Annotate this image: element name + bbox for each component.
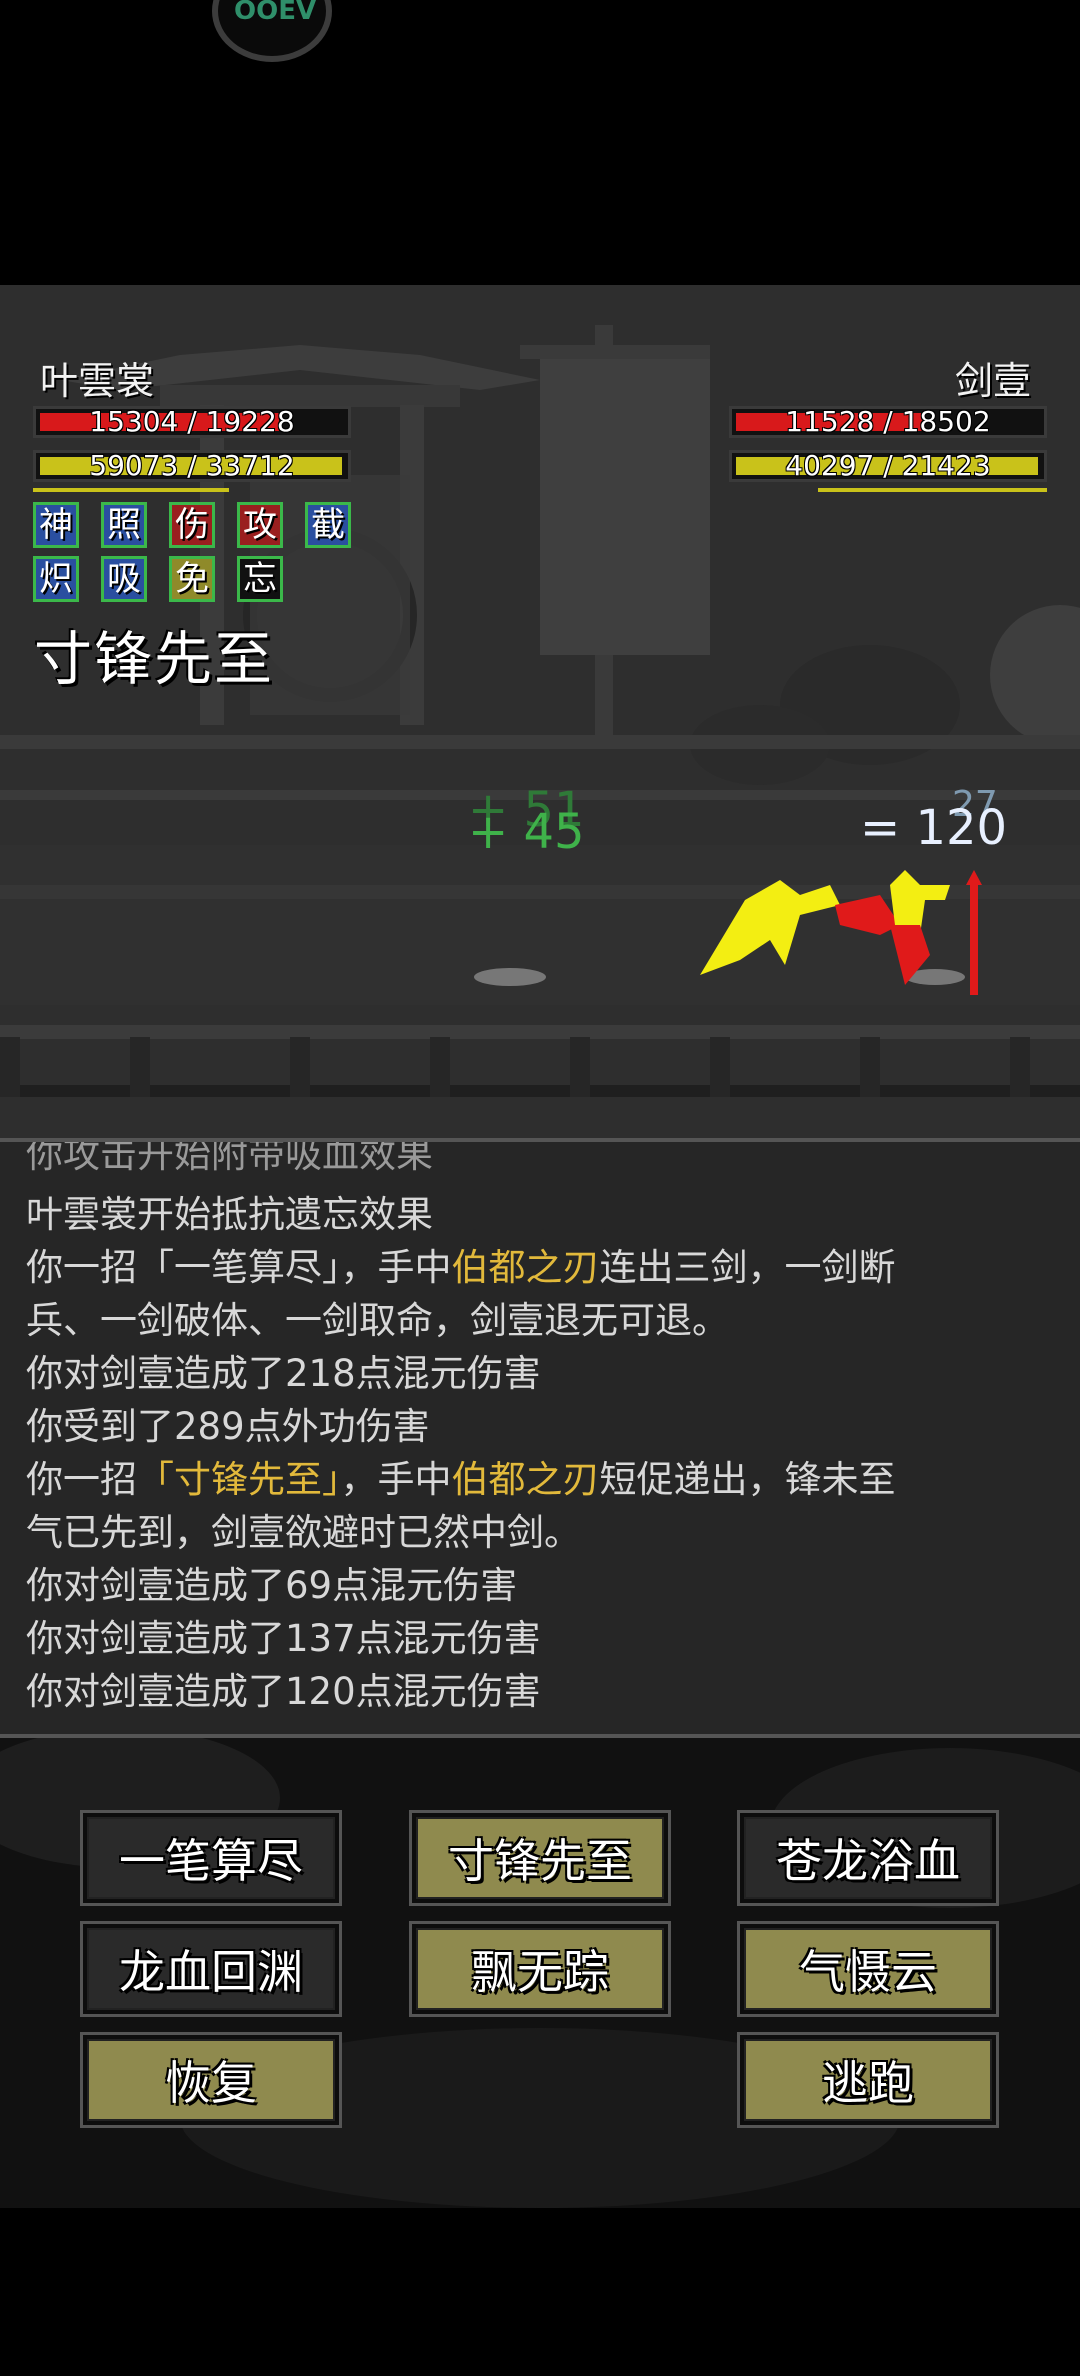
log-line: 你对剑壹造成了120点混元伤害 — [26, 1670, 541, 1713]
buff-icon: 伤 — [169, 502, 215, 548]
enemy-hp-text: 11528 / 18502 — [785, 405, 991, 438]
button-label: 苍龙浴血 — [744, 1817, 992, 1899]
skill-name: 「寸锋先至」 — [137, 1458, 341, 1501]
button-label: 飘无踪 — [416, 1928, 664, 2010]
player-hp-bar: 15304 / 19228 — [33, 406, 351, 438]
enemy-mp-bar: 40297 / 21423 — [729, 450, 1047, 482]
buff-icon: 炽 — [33, 556, 79, 602]
log-text: 短促递出，锋未至 — [599, 1458, 896, 1501]
buff-icon: 照 — [101, 502, 147, 548]
player-hp-text: 15304 / 19228 — [89, 405, 295, 438]
player-name: 叶雲裳 — [40, 359, 155, 403]
log-line: 你对剑壹造成了218点混元伤害 — [26, 1352, 541, 1395]
log-text: 你一招 — [26, 1458, 137, 1501]
skill-button-qisheyun[interactable]: 气慑云 — [737, 1921, 999, 2017]
buff-icon: 神 — [33, 502, 79, 548]
top-area — [0, 0, 1080, 285]
recover-button[interactable]: 恢复 — [80, 2032, 342, 2128]
button-label: 寸锋先至 — [416, 1817, 664, 1899]
player-mp-bar: 59073 / 33712 — [33, 450, 351, 482]
player-exp-line — [33, 488, 229, 492]
log-text: ，手中 — [340, 1458, 452, 1501]
skill-button-yibisuanjin[interactable]: 一笔算尽 — [80, 1810, 342, 1906]
enemy-mp-text: 40297 / 21423 — [785, 449, 991, 482]
log-line: 你攻击开始附带吸血效果 — [26, 1138, 433, 1176]
log-line: 兵、一剑破体、一剑取命，剑壹退无可退。 — [26, 1299, 729, 1342]
combat-log[interactable]: 你攻击开始附带吸血效果 叶雲裳开始抵抗遗忘效果 你一招「一笔算尽」，手中伯都之刃… — [0, 1138, 1080, 1738]
button-label: 气慑云 — [744, 1928, 992, 2010]
skill-button-canglongyuxue[interactable]: 苍龙浴血 — [737, 1810, 999, 1906]
flee-button[interactable]: 逃跑 — [737, 2032, 999, 2128]
log-line: 你对剑壹造成了137点混元伤害 — [26, 1617, 541, 1660]
weapon-name: 伯都之刃 — [451, 1458, 600, 1501]
weapon-name: 伯都之刃 — [451, 1246, 600, 1289]
log-line: 你对剑壹造成了69点混元伤害 — [26, 1564, 518, 1607]
button-label: 龙血回渊 — [87, 1928, 335, 2010]
medal-label: OOEV — [234, 0, 317, 26]
skill-button-longxuehuiyuan[interactable]: 龙血回渊 — [80, 1921, 342, 2017]
bottom-bar — [0, 2208, 1080, 2376]
log-line: 气已先到，剑壹欲避时已然中剑。 — [26, 1511, 581, 1554]
log-line: 叶雲裳开始抵抗遗忘效果 — [26, 1193, 433, 1236]
button-label: 一笔算尽 — [87, 1817, 335, 1899]
current-skill-name: 寸锋先至 — [34, 625, 275, 693]
buff-icon: 截 — [305, 502, 351, 548]
buff-icon: 忘 — [237, 556, 283, 602]
log-line: 你一招「寸锋先至」，手中伯都之刃短促递出，锋未至 — [26, 1449, 896, 1503]
log-line: 你受到了289点外功伤害 — [26, 1405, 430, 1448]
buff-icon: 免 — [169, 556, 215, 602]
skill-button-cunfengxianzhi[interactable]: 寸锋先至 — [409, 1810, 671, 1906]
log-line: 你一招「一笔算尽」，手中伯都之刃连出三剑，一剑断 — [26, 1237, 896, 1291]
heal-number-b: + 45 — [468, 804, 585, 860]
button-label: 恢复 — [87, 2039, 335, 2121]
enemy-exp-line — [818, 488, 1047, 492]
log-text: 你一招「一笔算尽」，手中 — [26, 1246, 452, 1289]
damage-number-a: = 120 — [860, 800, 1008, 856]
enemy-name: 剑壹 — [955, 359, 1032, 403]
buff-icon: 吸 — [101, 556, 147, 602]
buff-icon: 攻 — [237, 502, 283, 548]
skill-button-piaowuzong[interactable]: 飘无踪 — [409, 1921, 671, 2017]
player-mp-text: 59073 / 33712 — [89, 449, 295, 482]
button-label: 逃跑 — [744, 2039, 992, 2121]
log-text: 连出三剑，一剑断 — [599, 1246, 896, 1289]
enemy-hp-bar: 11528 / 18502 — [729, 406, 1047, 438]
